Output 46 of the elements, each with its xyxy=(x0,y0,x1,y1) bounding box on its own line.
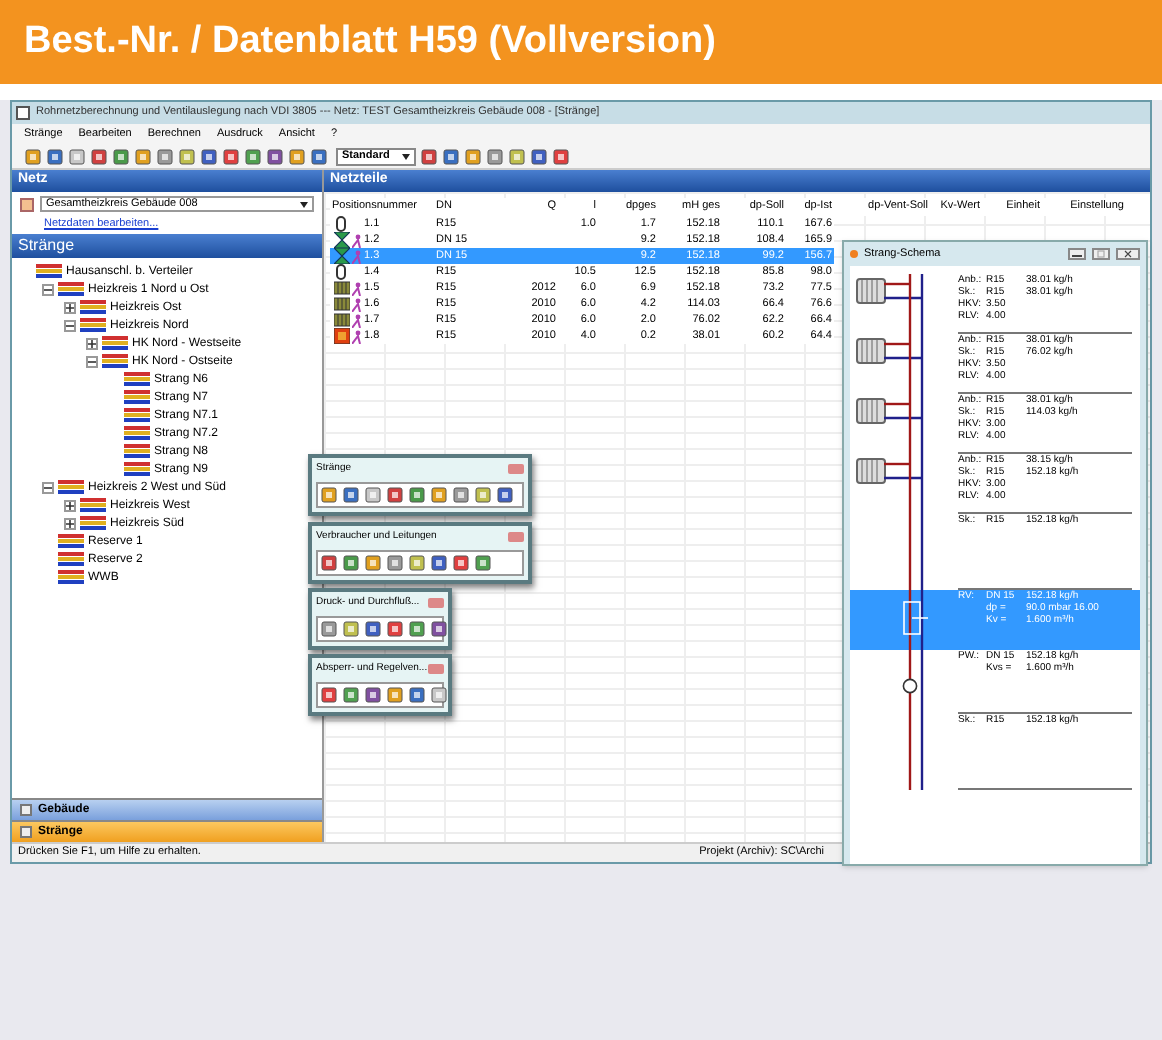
maximize-icon[interactable] xyxy=(1092,248,1110,260)
network-icon xyxy=(20,197,34,211)
strand-icon xyxy=(124,408,150,422)
radiator-drawing xyxy=(856,274,928,334)
strand-icon xyxy=(58,570,84,584)
window-icon xyxy=(850,250,858,258)
strand-icon xyxy=(36,264,62,278)
expand-icon[interactable] xyxy=(86,337,98,349)
expand-icon[interactable] xyxy=(64,301,76,313)
banner-title: Best.-Nr. / Datenblatt H59 (Vollversion) xyxy=(24,17,716,66)
strand-icon xyxy=(80,300,106,314)
strand-icon xyxy=(58,480,84,494)
strand-icon xyxy=(58,534,84,548)
valve-drawing xyxy=(902,590,930,650)
radiator-drawing xyxy=(856,334,928,394)
strand-icon xyxy=(80,318,106,332)
expand-icon[interactable] xyxy=(64,499,76,511)
collapse-icon[interactable] xyxy=(64,319,76,331)
caret-icon xyxy=(300,201,308,207)
strand-icon xyxy=(80,516,106,530)
strand-icon xyxy=(124,462,150,476)
collapse-icon[interactable] xyxy=(86,355,98,367)
collapse-icon[interactable] xyxy=(42,283,54,295)
pipe-drawing xyxy=(908,714,924,790)
caret-icon xyxy=(401,153,410,159)
strand-icon xyxy=(124,390,150,404)
radiator-drawing xyxy=(856,454,928,514)
pipe-icon xyxy=(336,264,346,280)
pump-drawing xyxy=(902,650,924,714)
strand-icon xyxy=(124,426,150,440)
strand-icon xyxy=(58,282,84,296)
expand-icon[interactable] xyxy=(64,517,76,529)
strand-icon xyxy=(80,498,106,512)
strand-icon xyxy=(124,372,150,386)
strand-icon xyxy=(102,354,128,368)
heater-icon xyxy=(333,328,349,344)
radiator-drawing xyxy=(856,394,928,454)
strand-icon xyxy=(58,552,84,566)
close-icon[interactable] xyxy=(1116,248,1140,260)
pipe-drawing xyxy=(908,514,924,590)
minimize-icon[interactable] xyxy=(1068,248,1086,260)
panel-title: Stränge xyxy=(18,234,75,258)
strand-icon xyxy=(124,444,150,458)
strand-icon xyxy=(102,336,128,350)
app-icon xyxy=(16,106,30,120)
collapse-icon[interactable] xyxy=(42,481,54,493)
